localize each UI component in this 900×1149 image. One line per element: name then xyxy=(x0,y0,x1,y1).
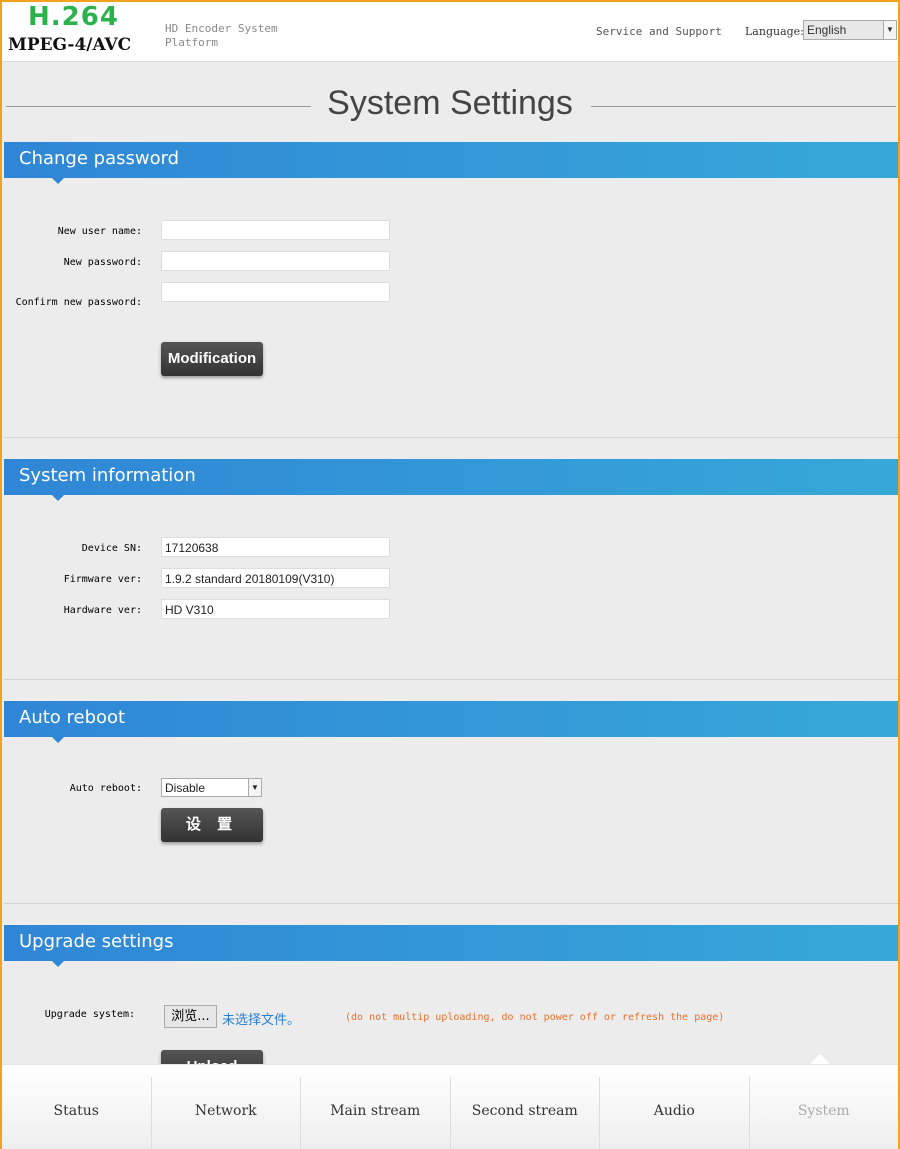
bottom-nav: Status Network Main stream Second stream… xyxy=(2,1064,898,1149)
password-label: New password: xyxy=(63,257,142,268)
firmware-label: Firmware ver: xyxy=(63,574,142,585)
tab-system[interactable]: System xyxy=(750,1077,899,1149)
modification-button[interactable]: Modification xyxy=(161,342,263,376)
system-info-section: System information Device SN: 17120638 F… xyxy=(4,459,898,680)
upgrade-warning: (do not multip uploading, do not power o… xyxy=(345,1012,725,1023)
chevron-down-icon: ▼ xyxy=(248,779,261,796)
confirm-label: Confirm new password: xyxy=(15,297,142,308)
user-label: New user name: xyxy=(57,226,142,237)
upgrade-label: Upgrade system: xyxy=(44,1009,135,1020)
active-tab-pointer xyxy=(810,1054,830,1064)
tab-main-stream[interactable]: Main stream xyxy=(301,1077,451,1149)
language-value: English xyxy=(807,23,847,37)
hardware-value: HD V310 xyxy=(161,599,390,619)
hardware-label: Hardware ver: xyxy=(63,605,142,616)
sn-value: 17120638 xyxy=(161,537,390,557)
auto-reboot-value: Disable xyxy=(165,781,206,795)
new-password-input[interactable] xyxy=(161,251,390,271)
sn-label: Device SN: xyxy=(81,543,142,554)
section-title: Auto reboot xyxy=(4,701,898,743)
logo: H.264 xyxy=(28,2,119,32)
tab-audio[interactable]: Audio xyxy=(600,1077,750,1149)
firmware-value: 1.9.2 standard 20180109(V310) xyxy=(161,568,390,588)
browse-button[interactable]: 浏览... xyxy=(164,1005,217,1028)
auto-reboot-label: Auto reboot: xyxy=(69,783,142,794)
header: H.264 MPEG-4/AVC HD Encoder System Platf… xyxy=(2,2,898,62)
section-title: System information xyxy=(4,459,898,501)
tab-second-stream[interactable]: Second stream xyxy=(451,1077,600,1149)
chevron-down-icon: ▼ xyxy=(883,21,896,39)
tab-status[interactable]: Status xyxy=(2,1077,152,1149)
service-support-link[interactable]: Service and Support xyxy=(596,25,722,38)
change-password-section: Change password New user name: New passw… xyxy=(4,142,898,438)
section-title: Upgrade settings xyxy=(4,925,898,967)
auto-reboot-section: Auto reboot Auto reboot: Disable ▼ 设 置 xyxy=(4,701,898,904)
auto-reboot-select[interactable]: Disable ▼ xyxy=(161,778,262,797)
new-username-input[interactable] xyxy=(161,220,390,240)
confirm-password-input[interactable] xyxy=(161,282,390,302)
set-button[interactable]: 设 置 xyxy=(161,808,263,842)
no-file-text: 未选择文件。 xyxy=(222,1013,301,1028)
logo-subtext: MPEG-4/AVC xyxy=(8,35,132,55)
section-title: Change password xyxy=(4,142,898,184)
tab-network[interactable]: Network xyxy=(152,1077,301,1149)
language-select[interactable]: English ▼ xyxy=(803,20,897,40)
language-label: Language: xyxy=(745,25,804,38)
app-subtitle: HD Encoder System Platform xyxy=(165,22,278,49)
page-title: System Settings xyxy=(2,84,898,123)
